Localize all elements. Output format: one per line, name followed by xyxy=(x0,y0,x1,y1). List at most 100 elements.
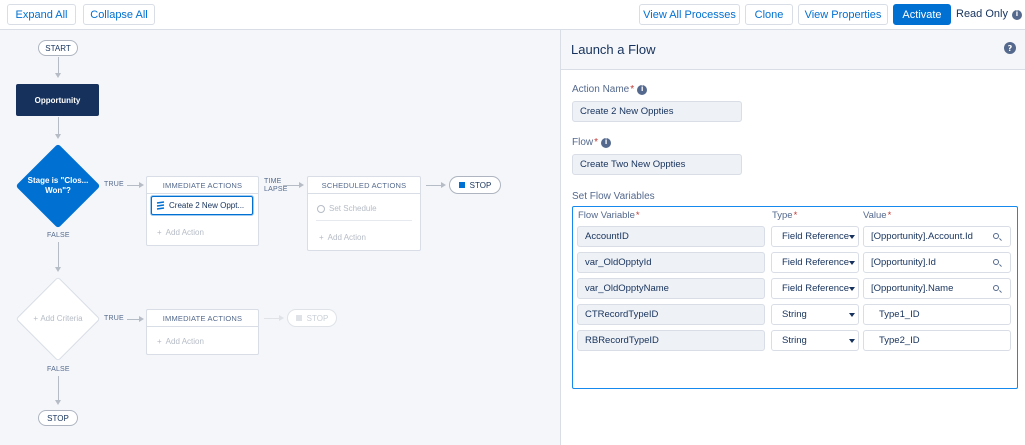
collapse-all-button[interactable]: Collapse All xyxy=(83,4,155,25)
type-select-value: Field Reference xyxy=(782,283,850,294)
stop-label: STOP xyxy=(469,180,492,190)
connector-arrow xyxy=(299,182,304,188)
column-header-text: Value xyxy=(863,210,887,221)
flow-label: Flow * i xyxy=(572,137,612,148)
add-action-link-2[interactable]: + Add Action xyxy=(319,233,366,242)
toolbar: Expand All Collapse All View All Process… xyxy=(0,0,1025,30)
info-icon[interactable]: i xyxy=(637,84,648,95)
help-icon[interactable]: ? xyxy=(1004,42,1016,54)
type-select[interactable]: Field Reference xyxy=(771,252,859,273)
value-text: [Opportunity].Name xyxy=(871,283,954,294)
activate-button[interactable]: Activate xyxy=(893,4,951,25)
column-header-value: Value * xyxy=(863,210,894,221)
value-input[interactable]: Type1_ID xyxy=(863,304,1011,325)
column-header-flow-variable: Flow Variable * xyxy=(578,210,643,221)
flow-icon xyxy=(156,200,165,210)
stop-node-3: STOP xyxy=(38,410,78,426)
view-all-processes-button[interactable]: View All Processes xyxy=(639,4,740,25)
add-action-label: Add Action xyxy=(165,337,204,346)
type-select[interactable]: Field Reference xyxy=(771,278,859,299)
flow-variable-input[interactable]: CTRecordTypeID xyxy=(577,304,765,325)
type-select[interactable]: String xyxy=(771,304,859,325)
set-schedule-link[interactable]: Set Schedule xyxy=(317,204,377,213)
search-icon[interactable] xyxy=(993,285,999,291)
info-icon[interactable]: i xyxy=(1011,9,1022,20)
type-select-value: Field Reference xyxy=(782,257,850,268)
criteria-node-2[interactable]: + Add Criteria xyxy=(15,276,101,362)
flow-variables-table: Flow Variable * Type * Value * AccountID Fi… xyxy=(572,206,1018,389)
connector-arrow xyxy=(139,182,144,188)
criteria-node-1[interactable]: Stage is "Clos... Won"? xyxy=(15,143,101,229)
connector-line xyxy=(283,185,300,186)
connector-arrow xyxy=(55,267,61,272)
flow-variable-input[interactable]: var_OldOpptyId xyxy=(577,252,765,273)
object-node-opportunity[interactable]: Opportunity xyxy=(16,84,99,116)
chevron-down-icon xyxy=(849,287,855,291)
column-header-type: Type * xyxy=(772,210,800,221)
false-branch-label: FALSE xyxy=(47,366,70,373)
value-text: [Opportunity].Account.Id xyxy=(871,231,973,242)
value-input[interactable]: [Opportunity].Account.Id xyxy=(863,226,1011,247)
action-name-input[interactable]: Create 2 New Oppties xyxy=(572,101,742,122)
value-input[interactable]: Type2_ID xyxy=(863,330,1011,351)
start-node: START xyxy=(38,40,78,56)
action-name-label-text: Action Name xyxy=(572,84,630,95)
connector-line xyxy=(426,185,442,186)
stop-node-2: STOP xyxy=(287,309,337,327)
type-select[interactable]: Field Reference xyxy=(771,226,859,247)
info-icon[interactable]: i xyxy=(601,137,612,148)
type-select[interactable]: String xyxy=(771,330,859,351)
connector-arrow xyxy=(55,400,61,405)
view-properties-button[interactable]: View Properties xyxy=(798,4,888,25)
flow-input[interactable]: Create Two New Oppties xyxy=(572,154,742,175)
immediate-actions-header: IMMEDIATE ACTIONS xyxy=(147,177,258,194)
clone-button[interactable]: Clone xyxy=(745,4,793,25)
flow-variable-input[interactable]: AccountID xyxy=(577,226,765,247)
action-item-create-oppties[interactable]: Create 2 New Oppt... xyxy=(151,196,253,215)
required-marker: * xyxy=(630,84,635,95)
stop-label: STOP xyxy=(47,413,69,423)
connector-line xyxy=(58,376,59,402)
value-input[interactable]: [Opportunity].Id xyxy=(863,252,1011,273)
false-branch-label: FALSE xyxy=(47,232,70,239)
stop-icon xyxy=(458,182,465,188)
value-text: [Opportunity].Id xyxy=(871,257,936,268)
plus-icon: + xyxy=(319,233,324,242)
add-action-label: Add Action xyxy=(165,228,204,237)
value-input[interactable]: [Opportunity].Name xyxy=(863,278,1011,299)
connector-line xyxy=(58,242,59,269)
panel-title: Launch a Flow xyxy=(571,42,656,57)
read-only-label: Read Only xyxy=(956,8,1008,20)
start-label: START xyxy=(45,43,71,53)
chevron-down-icon xyxy=(849,313,855,317)
set-schedule-label: Set Schedule xyxy=(329,204,377,213)
column-header-text: Type xyxy=(772,210,793,221)
search-icon[interactable] xyxy=(993,259,999,265)
add-criteria-text: Add Criteria xyxy=(40,314,83,323)
scheduled-actions-header: SCHEDULED ACTIONS xyxy=(308,177,420,194)
required-marker: * xyxy=(594,137,599,148)
flow-variable-input[interactable]: var_OldOpptyName xyxy=(577,278,765,299)
connector-arrow xyxy=(139,316,144,322)
add-action-link-1[interactable]: + Add Action xyxy=(157,228,204,237)
chevron-down-icon xyxy=(849,339,855,343)
add-action-label: Add Action xyxy=(327,233,366,242)
connector-arrow xyxy=(55,134,61,139)
launch-flow-panel: Launch a Flow ? Action Name * i Create 2 N… xyxy=(561,30,1025,445)
add-criteria-label: + Add Criteria xyxy=(16,277,100,361)
column-header-text: Flow Variable xyxy=(578,210,635,221)
value-text: Type1_ID xyxy=(879,309,920,320)
flow-variable-input[interactable]: RBRecordTypeID xyxy=(577,330,765,351)
add-action-link-3[interactable]: + Add Action xyxy=(157,337,204,346)
connector-line xyxy=(58,117,59,135)
true-branch-label: TRUE xyxy=(104,315,124,322)
action-name-label: Action Name * i xyxy=(572,84,648,95)
search-icon[interactable] xyxy=(993,233,999,239)
clock-icon xyxy=(317,204,325,213)
stop-label: STOP xyxy=(306,313,329,323)
required-marker: * xyxy=(635,210,640,221)
expand-all-button[interactable]: Expand All xyxy=(7,4,76,25)
immediate-actions-header: IMMEDIATE ACTIONS xyxy=(147,310,258,327)
action-item-label: Create 2 New Oppt... xyxy=(169,201,245,210)
value-text: Type2_ID xyxy=(879,335,920,346)
